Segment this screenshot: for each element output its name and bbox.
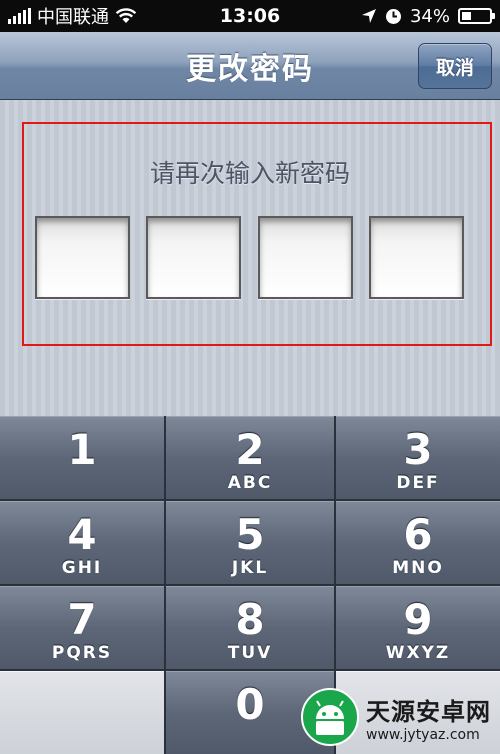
key-9[interactable]: 9 WXYZ	[336, 586, 500, 669]
wifi-icon	[115, 8, 137, 23]
watermark-name: 天源安卓网	[366, 697, 491, 726]
key-letters: ABC	[227, 473, 273, 493]
key-letters: TUV	[227, 643, 273, 663]
key-6[interactable]: 6 MNO	[336, 501, 500, 584]
key-digit: 7	[67, 595, 97, 644]
key-2[interactable]: 2 ABC	[166, 416, 334, 499]
carrier-label: 中国联通	[37, 7, 109, 28]
key-letters: WXYZ	[385, 643, 451, 663]
passcode-digit-box-2	[146, 216, 241, 299]
battery-percent: 34%	[409, 5, 450, 27]
watermark: 天源安卓网 www.jytyaz.com	[296, 680, 500, 754]
key-4[interactable]: 4 GHI	[0, 501, 164, 584]
passcode-area: 请再次输入新密码	[0, 100, 500, 416]
watermark-url: www.jytyaz.com	[366, 726, 480, 743]
key-5[interactable]: 5 JKL	[166, 501, 334, 584]
status-bar: 中国联通 13:06 34%	[0, 0, 500, 32]
passcode-prompt: 请再次输入新密码	[149, 159, 350, 188]
key-letters: GHI	[61, 558, 103, 578]
key-letters: DEF	[396, 473, 440, 493]
key-7[interactable]: 7 PQRS	[0, 586, 164, 669]
key-digit: 3	[403, 425, 433, 474]
status-right: 34%	[312, 5, 495, 27]
signal-icon	[8, 8, 31, 24]
key-letters: PQRS	[51, 643, 113, 663]
android-robot-logo-icon	[301, 688, 359, 746]
passcode-digit-box-1	[35, 216, 130, 299]
key-digit: 9	[403, 595, 433, 644]
battery-fill	[462, 12, 471, 20]
key-letters: JKL	[231, 558, 269, 578]
key-1[interactable]: 1	[0, 416, 164, 499]
key-digit: 4	[67, 510, 97, 559]
location-arrow-icon	[361, 9, 376, 23]
status-time: 13:06	[219, 5, 281, 27]
navigation-bar: 更改密码 取消	[0, 32, 500, 100]
key-8[interactable]: 8 TUV	[166, 586, 334, 669]
key-digit: 6	[403, 510, 433, 559]
status-left: 中国联通	[8, 3, 188, 29]
key-digit: 8	[235, 595, 265, 644]
key-digit: 2	[235, 425, 265, 474]
cancel-button[interactable]: 取消	[418, 43, 492, 89]
battery-icon	[458, 8, 495, 24]
key-digit: 5	[235, 510, 265, 559]
key-blank-left	[0, 671, 164, 754]
key-letters: MNO	[392, 558, 444, 578]
key-digit: 1	[67, 425, 97, 474]
passcode-digit-box-4	[369, 216, 464, 299]
page-title: 更改密码	[186, 51, 314, 87]
clock-icon	[385, 8, 401, 24]
watermark-text: 天源安卓网 www.jytyaz.com	[366, 692, 491, 743]
key-3[interactable]: 3 DEF	[336, 416, 500, 499]
passcode-digit-box-3	[258, 216, 353, 299]
